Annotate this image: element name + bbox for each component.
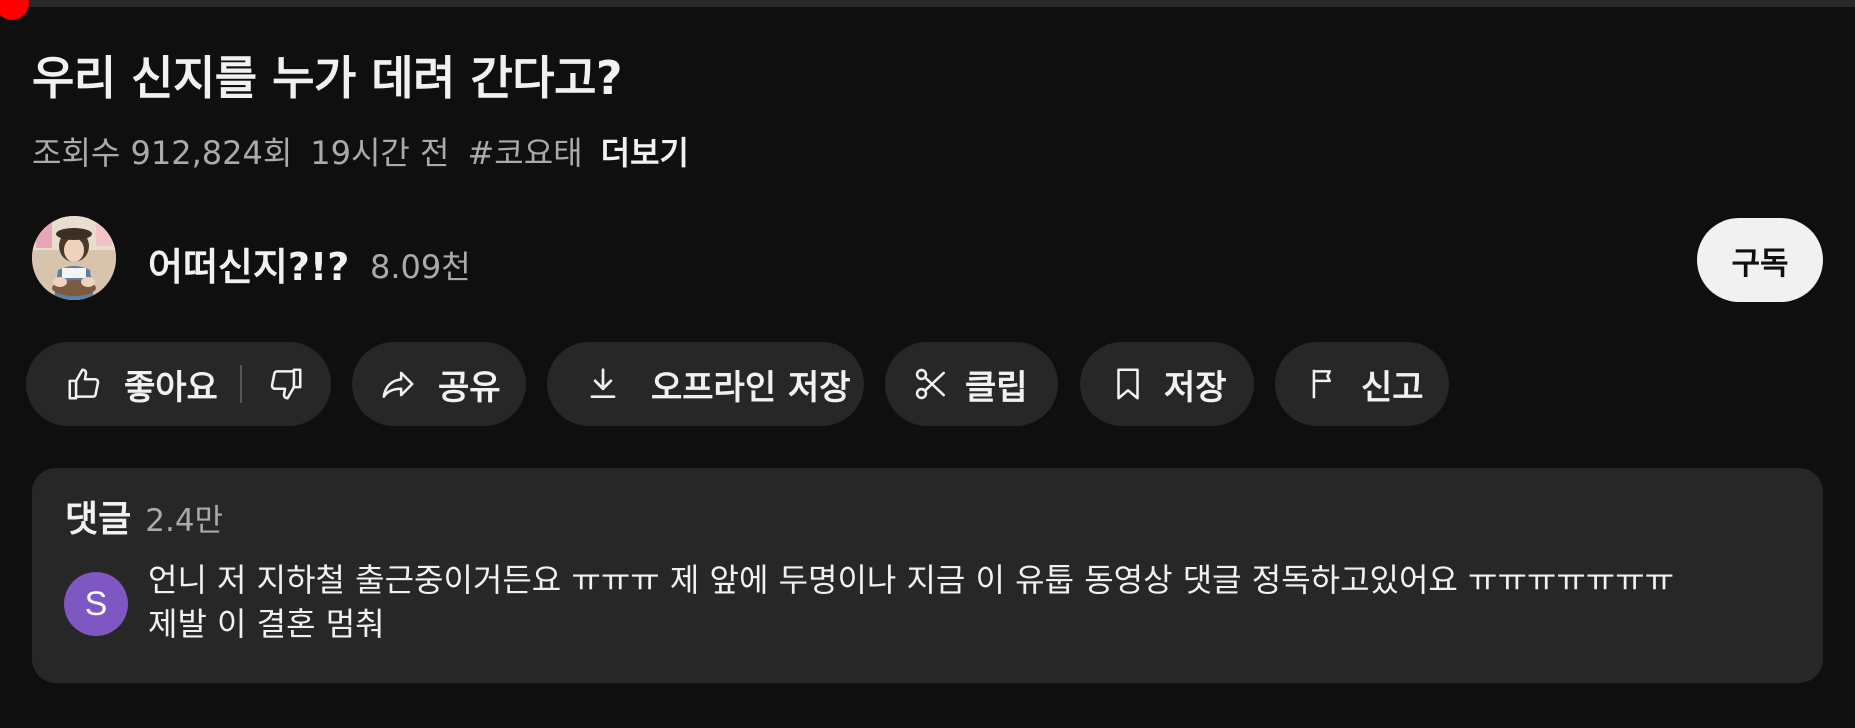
save-button[interactable]: 저장 — [1080, 342, 1254, 426]
upload-time: 19시간 전 — [310, 134, 450, 172]
like-divider — [239, 365, 242, 403]
video-progress-bar[interactable] — [0, 0, 1855, 20]
video-meta: 조회수 912,824회 19시간 전 #코요태 더보기 — [32, 128, 689, 174]
download-button[interactable]: 오프라인 저장 — [547, 342, 864, 426]
channel-name[interactable]: 어떠신지?!? — [148, 236, 349, 291]
thumbs-down-icon[interactable] — [266, 364, 306, 404]
flag-icon — [1305, 364, 1345, 404]
view-count: 조회수 912,824회 — [32, 134, 293, 172]
subscriber-count: 8.09천 — [370, 248, 471, 286]
more-button[interactable]: 더보기 — [601, 128, 689, 174]
subscribe-button[interactable]: 구독 — [1697, 218, 1823, 302]
channel-avatar[interactable] — [32, 216, 116, 300]
commenter-avatar: S — [64, 572, 128, 636]
comments-section[interactable]: 댓글 2.4만 S 언니 저 지하철 출근중이거든요 ㅠㅠㅠ 제 앞에 두명이나… — [32, 468, 1823, 683]
like-dislike-group: 좋아요 — [26, 342, 331, 426]
scissors-icon — [911, 364, 951, 404]
thumbs-up-icon[interactable] — [64, 364, 104, 404]
clip-button[interactable]: 클립 — [885, 342, 1058, 426]
top-comment-text: 언니 저 지하철 출근중이거든요 ㅠㅠㅠ 제 앞에 두명이나 지금 이 유툽 동… — [148, 561, 1675, 643]
clip-label: 클립 — [965, 367, 1028, 408]
report-label: 신고 — [1361, 367, 1424, 408]
share-button[interactable]: 공유 — [352, 342, 526, 426]
comments-header: 댓글 2.4만 — [65, 490, 223, 542]
report-button[interactable]: 신고 — [1275, 342, 1449, 426]
bookmark-icon — [1108, 364, 1148, 404]
share-arrow-icon — [378, 364, 418, 404]
share-label: 공유 — [438, 367, 501, 408]
like-button[interactable]: 좋아요 — [124, 360, 218, 409]
channel-avatar-image — [32, 216, 116, 300]
save-label: 저장 — [1164, 367, 1227, 408]
download-label: 오프라인 저장 — [651, 367, 851, 408]
video-progress-scrubber[interactable] — [0, 0, 29, 20]
download-icon — [583, 364, 623, 404]
comments-count: 2.4만 — [145, 503, 224, 539]
comments-title: 댓글 — [65, 499, 132, 540]
video-title: 우리 신지를 누가 데려 간다고? — [32, 51, 623, 105]
hashtag-link[interactable]: #코요태 — [467, 128, 582, 174]
